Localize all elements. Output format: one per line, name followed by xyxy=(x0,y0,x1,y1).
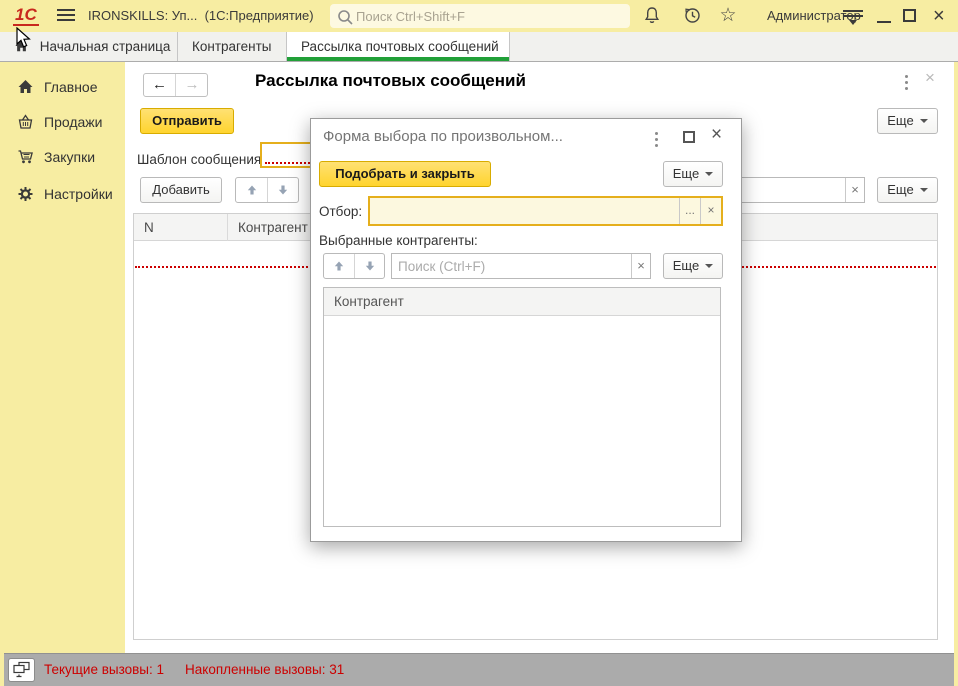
navigation-buttons: ← → xyxy=(143,73,208,97)
pick-and-close-button[interactable]: Подобрать и закрыть xyxy=(319,161,491,187)
sidebar-item-settings[interactable]: Настройки xyxy=(0,181,125,207)
home-icon xyxy=(17,79,34,95)
window-maximize-button[interactable] xyxy=(903,9,916,22)
app-window: 1С IRONSKILLS: Уп... (1С:Предприятие) ☆ … xyxy=(0,0,958,686)
arrow-up-icon xyxy=(333,260,345,272)
main-menu-icon[interactable] xyxy=(57,9,75,23)
filter-choose-icon[interactable]: ... xyxy=(679,198,700,224)
title-bar: 1С IRONSKILLS: Уп... (1С:Предприятие) ☆ … xyxy=(0,0,958,32)
more-label: Еще xyxy=(673,258,699,273)
selection-form-dialog: Форма выбора по произвольном... × Подобр… xyxy=(310,118,742,542)
chevron-down-icon xyxy=(920,119,928,123)
filter-input[interactable]: ... × xyxy=(368,196,723,226)
send-button[interactable]: Отправить xyxy=(140,108,234,134)
favorites-star-icon[interactable]: ☆ xyxy=(716,5,740,27)
dialog-more-button[interactable]: Еще xyxy=(663,161,723,187)
form-menu-dots-icon[interactable] xyxy=(905,75,909,93)
page-title: Рассылка почтовых сообщений xyxy=(255,71,526,91)
dialog-close-icon[interactable]: × xyxy=(711,124,722,146)
dialog-list-more-button[interactable]: Еще xyxy=(663,253,723,279)
clear-search-icon[interactable]: × xyxy=(631,254,650,278)
global-search[interactable] xyxy=(330,4,630,28)
history-icon[interactable] xyxy=(680,5,704,27)
filter-label: Отбор: xyxy=(319,199,362,225)
list-more-button[interactable]: Еще xyxy=(877,177,938,203)
move-buttons xyxy=(235,177,299,203)
tab-counterparties[interactable]: Контрагенты × xyxy=(178,32,287,61)
1c-logo-icon: 1С xyxy=(13,5,39,26)
global-search-input[interactable] xyxy=(356,4,624,28)
move-down-button[interactable] xyxy=(267,178,298,202)
cart-icon xyxy=(17,149,34,165)
tab-mail-distribution-active[interactable]: Рассылка почтовых сообщений × xyxy=(287,32,510,61)
tab-label: Контрагенты xyxy=(192,39,272,54)
status-bar: Текущие вызовы: 1 Накопленные вызовы: 31 xyxy=(4,653,954,686)
sidebar-item-purchases[interactable]: Закупки xyxy=(0,144,125,170)
sidebar-item-label: Продажи xyxy=(44,109,102,135)
forward-button[interactable]: → xyxy=(176,74,208,96)
basket-icon xyxy=(17,114,34,130)
template-label: Шаблон сообщения: xyxy=(137,147,265,172)
tab-bar: Начальная страница Контрагенты × Рассылк… xyxy=(0,32,958,62)
form-more-button[interactable]: Еще xyxy=(877,108,938,134)
sidebar-item-label: Закупки xyxy=(44,144,95,170)
section-panel: Главное Продажи Закупки Настройки xyxy=(0,62,125,653)
window-minimize-button[interactable] xyxy=(873,6,895,26)
add-button[interactable]: Добавить xyxy=(140,177,222,203)
chevron-down-icon xyxy=(920,188,928,192)
dialog-title: Форма выбора по произвольном... xyxy=(323,128,643,145)
sidebar-item-label: Настройки xyxy=(44,181,113,207)
dialog-maximize-icon[interactable] xyxy=(683,131,695,143)
mouse-cursor xyxy=(15,27,32,50)
move-up-button[interactable] xyxy=(236,178,267,202)
window-close-button[interactable]: × xyxy=(933,3,945,29)
sidebar-item-label: Главное xyxy=(44,74,98,100)
dialog-search-input[interactable] xyxy=(398,255,626,277)
chevron-down-icon xyxy=(705,172,713,176)
arrow-down-icon xyxy=(277,184,289,196)
sidebar-item-main[interactable]: Главное xyxy=(0,74,125,100)
gear-icon xyxy=(17,186,34,202)
column-n[interactable]: N xyxy=(134,214,228,241)
app-title: IRONSKILLS: Уп... (1С:Предприятие) xyxy=(88,8,314,23)
selected-counterparties-label: Выбранные контрагенты: xyxy=(319,233,478,248)
selected-counterparties-table[interactable]: Контрагент xyxy=(323,287,721,527)
form-close-icon[interactable]: × xyxy=(925,68,935,88)
current-calls-counter: Текущие вызовы: 1 xyxy=(44,662,164,677)
accumulated-calls-counter: Накопленные вызовы: 31 xyxy=(185,662,344,677)
server-calls-button[interactable] xyxy=(8,658,35,682)
sidebar-item-sales[interactable]: Продажи xyxy=(0,109,125,135)
clear-search-icon[interactable]: × xyxy=(845,178,864,202)
column-counterparty[interactable]: Контрагент xyxy=(324,288,720,316)
chevron-down-icon xyxy=(705,264,713,268)
more-label: Еще xyxy=(673,166,699,181)
dialog-search-field[interactable]: × xyxy=(391,253,651,279)
service-menu-icon[interactable] xyxy=(843,10,863,24)
tab-label: Рассылка почтовых сообщений xyxy=(301,39,499,54)
move-buttons xyxy=(323,253,385,279)
notifications-bell-icon[interactable] xyxy=(640,5,664,27)
move-up-button[interactable] xyxy=(324,254,354,278)
more-label: Еще xyxy=(887,182,913,197)
arrow-up-icon xyxy=(246,184,258,196)
back-button[interactable]: ← xyxy=(144,74,176,96)
monitors-icon xyxy=(12,661,31,678)
filter-clear-icon[interactable]: × xyxy=(700,198,721,224)
dialog-menu-dots-icon[interactable] xyxy=(655,132,659,150)
more-label: Еще xyxy=(887,113,913,128)
tab-label: Начальная страница xyxy=(40,39,171,54)
move-down-button[interactable] xyxy=(354,254,384,278)
search-icon xyxy=(336,8,354,26)
arrow-down-icon xyxy=(364,260,376,272)
